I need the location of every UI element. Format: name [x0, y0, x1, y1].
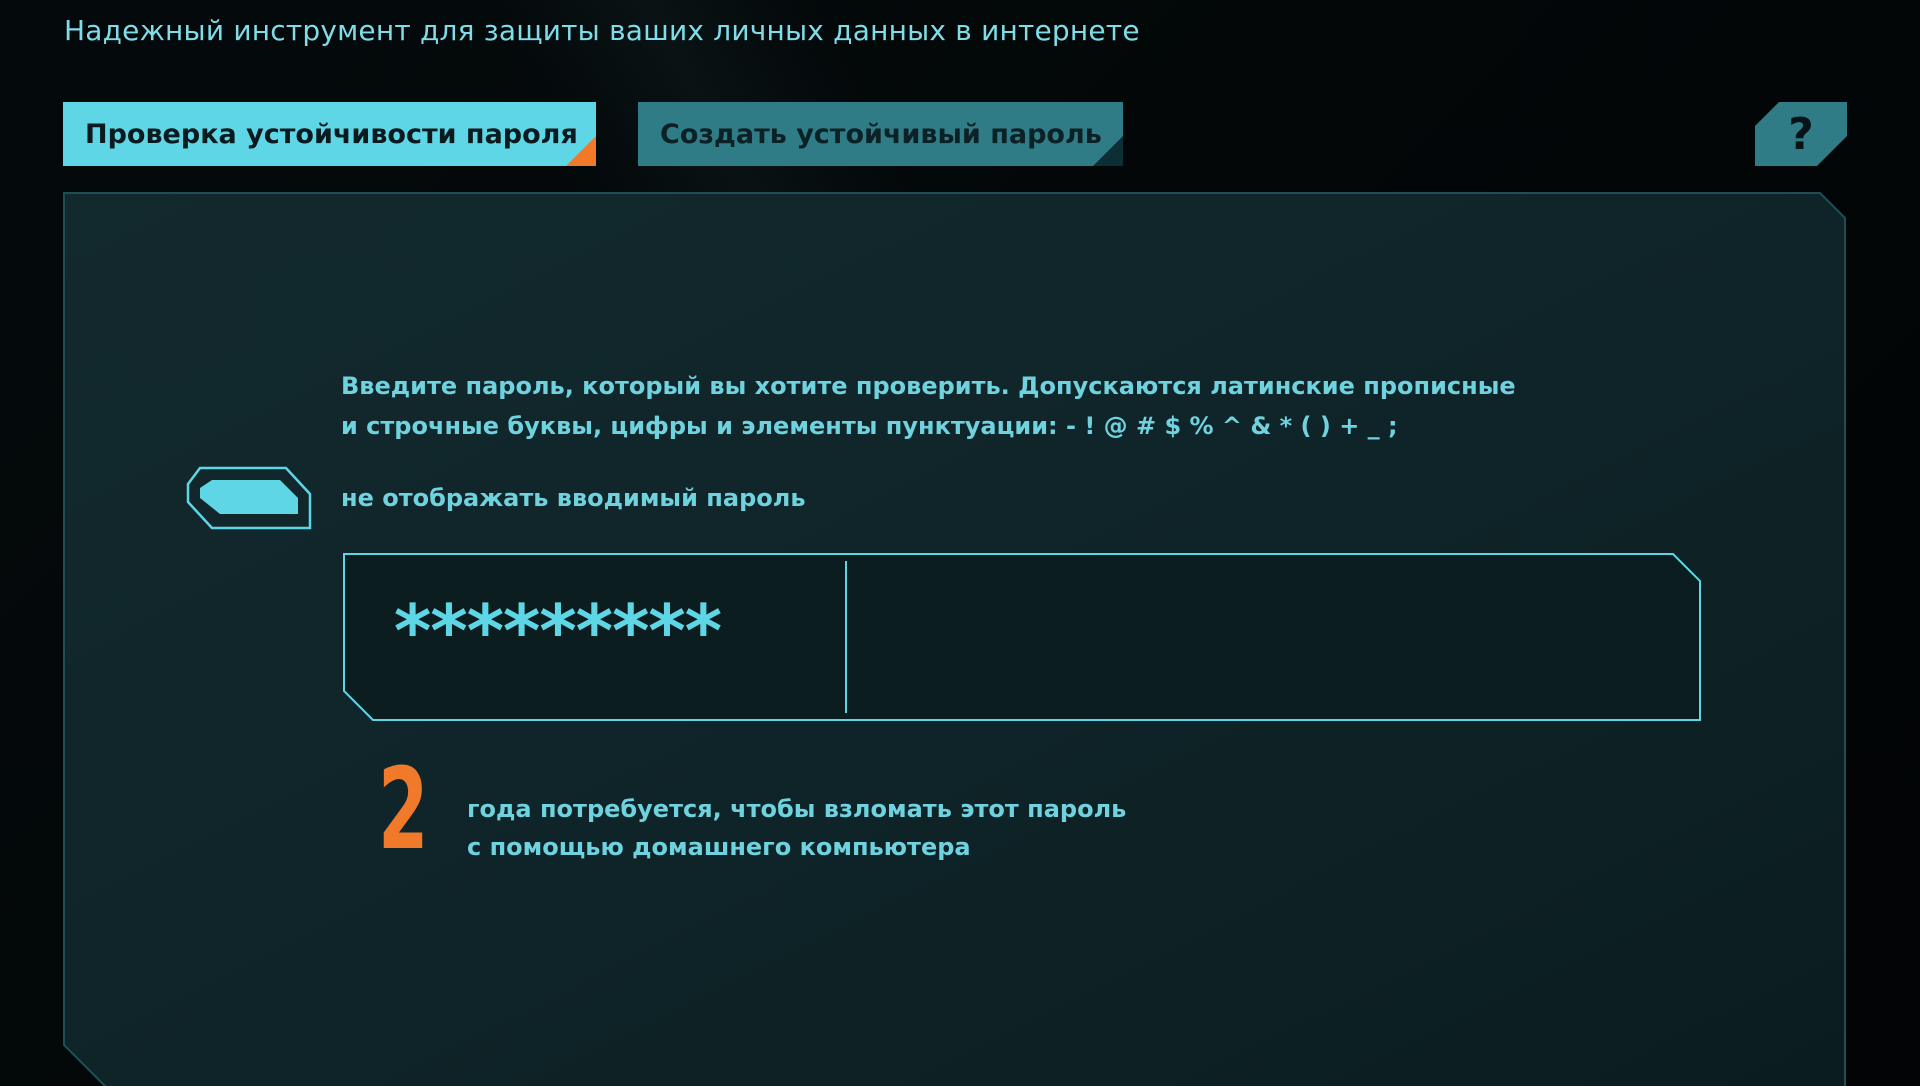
tab-label: Создать устойчивый пароль: [660, 118, 1102, 150]
hide-password-toggle[interactable]: [186, 466, 312, 530]
password-input[interactable]: *********: [343, 553, 1701, 721]
instructions-line: и строчные буквы, цифры и элементы пункт…: [341, 412, 1398, 440]
crack-time-value: 2: [378, 745, 429, 875]
password-instructions: Введите пароль, который вы хотите провер…: [341, 366, 1516, 446]
tab-corner-accent: [566, 136, 596, 166]
help-button[interactable]: ?: [1755, 102, 1847, 166]
password-masked-value: *********: [391, 589, 725, 673]
tab-check-password-strength[interactable]: Проверка устойчивости пароля: [63, 102, 596, 166]
toggle-shape: [186, 466, 312, 530]
crack-time-line: с помощью домашнего компьютера: [467, 833, 971, 861]
page-subtitle: Надежный инструмент для защиты ваших лич…: [64, 14, 1140, 47]
crack-time-description: года потребуется, чтобы взломать этот па…: [467, 790, 1126, 866]
tab-label: Проверка устойчивости пароля: [85, 118, 578, 150]
question-mark-icon: ?: [1788, 108, 1814, 160]
instructions-line: Введите пароль, который вы хотите провер…: [341, 372, 1516, 400]
tab-corner-accent: [1093, 136, 1123, 166]
hide-password-label: не отображать вводимый пароль: [341, 484, 806, 512]
text-caret: [845, 561, 847, 713]
page: Надежный инструмент для защиты ваших лич…: [0, 0, 1920, 1086]
tab-create-strong-password[interactable]: Создать устойчивый пароль: [638, 102, 1123, 166]
crack-time-line: года потребуется, чтобы взломать этот па…: [467, 795, 1127, 823]
